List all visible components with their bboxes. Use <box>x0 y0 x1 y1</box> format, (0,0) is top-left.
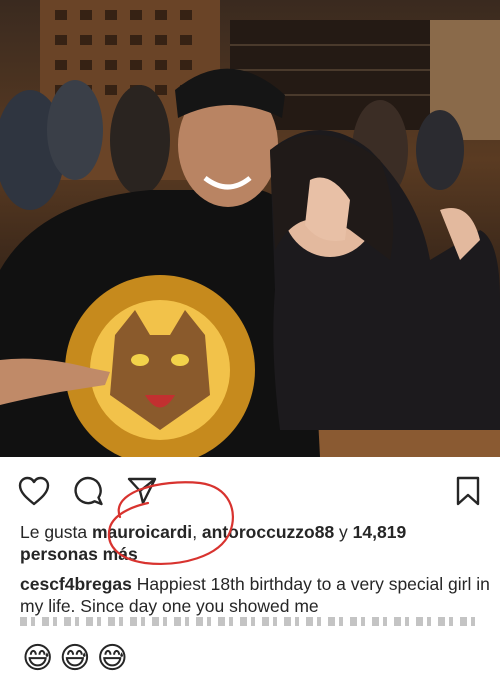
tiger-print <box>65 275 255 457</box>
post-caption: cescf4bregas Happiest 18th birthday to a… <box>20 573 490 617</box>
heart-icon <box>18 476 50 506</box>
like-button[interactable] <box>17 474 51 508</box>
sweat-smile-emoji-2: 😅 <box>59 642 91 675</box>
likes-prefix: Le gusta <box>20 522 92 542</box>
comment-icon <box>74 476 103 506</box>
caption-username[interactable]: cescf4bregas <box>20 574 132 594</box>
share-button[interactable] <box>125 474 159 508</box>
post-photo[interactable] <box>0 0 500 457</box>
sweat-smile-emoji-3: 😅 <box>96 642 128 675</box>
liker-link-2[interactable]: antoroccuzzo88 <box>202 522 334 542</box>
photo-illustration <box>0 0 500 457</box>
action-bar <box>0 462 500 518</box>
likes-separator: , <box>192 522 202 542</box>
comment-button[interactable] <box>72 474 106 508</box>
truncated-caption-line <box>20 617 480 626</box>
send-icon <box>127 477 157 505</box>
likes-others-link[interactable]: personas más <box>20 544 138 564</box>
comment-emojis: 😅 😅 😅 <box>22 639 128 679</box>
likes-summary: Le gusta mauroicardi, antoroccuzzo88 y 1… <box>20 521 490 565</box>
sweat-smile-emoji-1: 😅 <box>22 642 54 675</box>
bookmark-icon <box>456 476 480 506</box>
likes-count[interactable]: 14,819 <box>353 522 407 542</box>
liker-link-1[interactable]: mauroicardi <box>92 522 192 542</box>
save-button[interactable] <box>451 474 485 508</box>
likes-conjunction: y <box>334 522 353 542</box>
